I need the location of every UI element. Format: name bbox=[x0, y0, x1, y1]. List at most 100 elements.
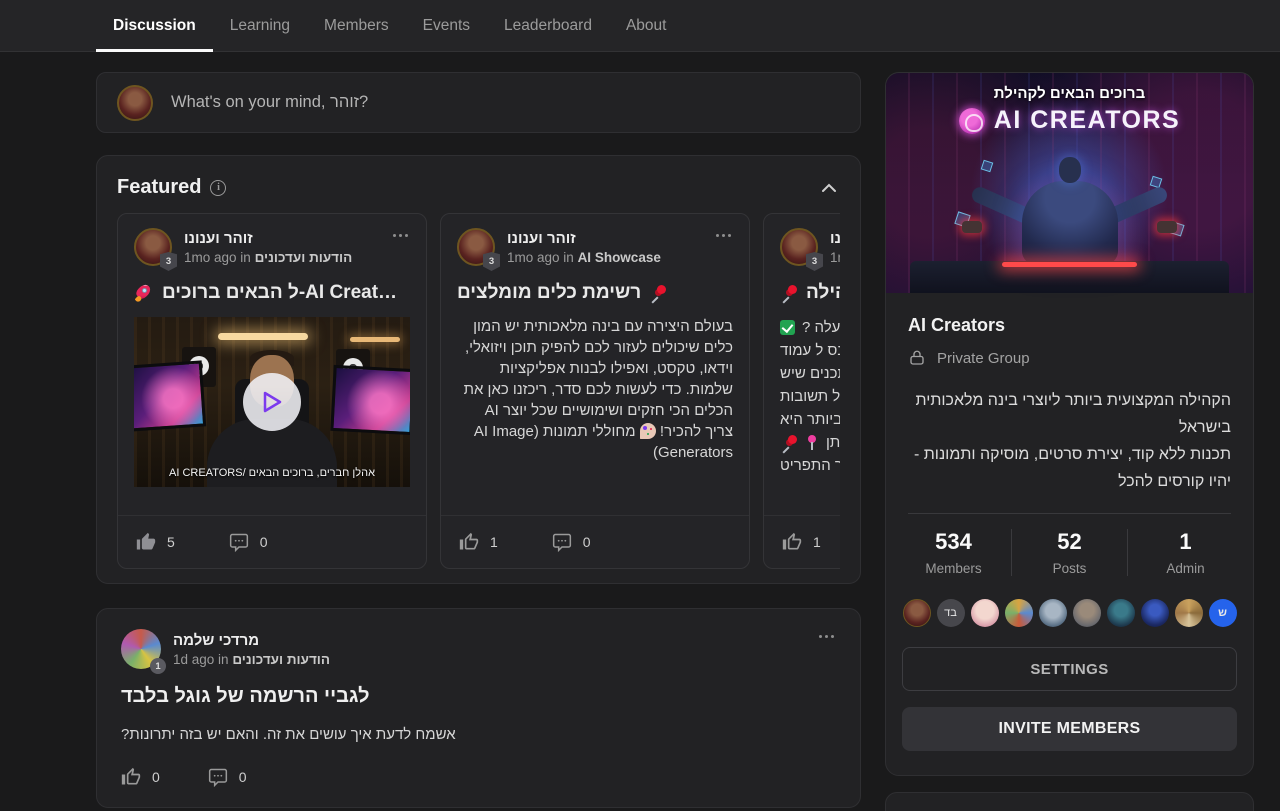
like-count: 1 bbox=[490, 534, 498, 550]
comment-button[interactable]: 0 bbox=[208, 767, 247, 787]
stat-members[interactable]: 534 Members bbox=[896, 529, 1011, 576]
post-composer[interactable]: What's on your mind, זוהר? bbox=[96, 72, 861, 133]
level-badge: 3 bbox=[160, 252, 177, 271]
group-privacy: Private Group bbox=[937, 350, 1030, 367]
post-title[interactable]: ברוכים‎ הבאים‎ ל-AI Creat… bbox=[134, 282, 410, 304]
settings-button[interactable]: SETTINGS bbox=[902, 647, 1237, 691]
post-title-text: ברוכים‎ הבאים‎ ל-AI Creat… bbox=[162, 282, 397, 304]
post-title[interactable]: קהילה bbox=[780, 282, 840, 304]
author-avatar[interactable]: 3 bbox=[780, 228, 818, 266]
group-stats: 534 Members 52 Posts 1 Admin bbox=[886, 514, 1253, 589]
post-title-text: רשימת כלים מומלצים bbox=[457, 282, 641, 304]
check-emoji-icon bbox=[780, 320, 795, 335]
post-category[interactable]: הודעות ועדכונים bbox=[255, 250, 353, 265]
card-menu-button[interactable] bbox=[391, 228, 410, 243]
featured-title: Featured bbox=[117, 176, 201, 199]
author-name[interactable]: זוהר וענונו bbox=[184, 230, 352, 247]
like-button[interactable]: 0 bbox=[121, 767, 160, 787]
post-body: אשמח לדעת איך עושים את זה. והאם יש בזה י… bbox=[121, 726, 836, 743]
like-button[interactable]: 5 bbox=[136, 532, 175, 552]
video-thumbnail[interactable]: אהלן חברים, ברוכים הבאים /AI CREATORS bbox=[134, 317, 410, 487]
tab-events-label: Events bbox=[423, 17, 470, 35]
card-menu-button[interactable] bbox=[714, 228, 733, 243]
post-title[interactable]: לגביי הרשמה של גוגל בלבד bbox=[121, 685, 836, 708]
member-avatar[interactable] bbox=[1073, 599, 1101, 627]
member-avatar[interactable] bbox=[903, 599, 931, 627]
author-avatar[interactable]: 3 bbox=[457, 228, 495, 266]
author-avatar[interactable]: 1 bbox=[121, 629, 161, 669]
featured-card-welcome[interactable]: 3 זוהר וענונו 1mo ago in הודעות ועדכונים… bbox=[117, 213, 427, 569]
featured-section: Featured i 3 bbox=[96, 155, 861, 584]
featured-card-tools[interactable]: 3 זוהר וענונו 1mo ago in AI Showcase רשי… bbox=[440, 213, 750, 569]
tab-leaderboard[interactable]: Leaderboard bbox=[487, 0, 609, 51]
tab-members[interactable]: Members bbox=[307, 0, 406, 51]
comment-button[interactable]: 0 bbox=[552, 532, 591, 552]
tab-members-label: Members bbox=[324, 17, 389, 35]
comment-icon bbox=[552, 532, 572, 552]
member-avatar[interactable] bbox=[1141, 599, 1169, 627]
sidebar: ברוכים הבאים לקהילת AI CREATORS AI Creat… bbox=[885, 72, 1254, 811]
play-button[interactable] bbox=[243, 373, 301, 431]
tab-leaderboard-label: Leaderboard bbox=[504, 17, 592, 35]
lock-icon bbox=[908, 349, 926, 367]
composer-prompt: What's on your mind, זוהר? bbox=[171, 93, 368, 112]
tab-events[interactable]: Events bbox=[406, 0, 487, 51]
tab-discussion[interactable]: Discussion bbox=[96, 0, 213, 51]
member-avatar[interactable] bbox=[1107, 599, 1135, 627]
comment-count: 0 bbox=[583, 534, 591, 550]
like-count: 5 bbox=[167, 534, 175, 550]
member-avatar[interactable] bbox=[1175, 599, 1203, 627]
invite-members-button[interactable]: INVITE MEMBERS bbox=[902, 707, 1237, 751]
pushpin-emoji-icon bbox=[649, 284, 667, 302]
rocket-emoji-icon bbox=[134, 283, 154, 303]
level-badge: 1 bbox=[150, 658, 166, 674]
screen-left bbox=[134, 360, 206, 431]
group-name: AI Creators bbox=[908, 315, 1231, 336]
post-meta: 1mo ago in הודעות ועדכונים bbox=[184, 250, 352, 265]
post-menu-button[interactable] bbox=[817, 629, 836, 644]
like-button[interactable]: 1 bbox=[782, 532, 821, 552]
info-icon[interactable]: i bbox=[210, 180, 226, 196]
round-pin-emoji-icon bbox=[805, 435, 819, 451]
member-avatar[interactable] bbox=[1005, 599, 1033, 627]
tab-about[interactable]: About bbox=[609, 0, 684, 51]
member-avatars-row: בד ש bbox=[886, 589, 1253, 629]
banner-welcome-text: ברוכים הבאים לקהילת bbox=[886, 85, 1253, 102]
tab-learning[interactable]: Learning bbox=[213, 0, 307, 51]
member-avatar-initials[interactable]: ש bbox=[1209, 599, 1237, 627]
post-time: 1mo ago in bbox=[184, 250, 251, 265]
group-card: ברוכים הבאים לקהילת AI CREATORS AI Creat… bbox=[885, 72, 1254, 776]
stat-posts[interactable]: 52 Posts bbox=[1011, 529, 1127, 576]
feed-post[interactable]: 1 מרדכי שלמה 1d ago in הודעות ועדכונים ל… bbox=[96, 608, 861, 808]
featured-card-community[interactable]: 3 זוהר וענונו 1mo ago in הודעות ועדכונים… bbox=[763, 213, 840, 569]
author-name[interactable]: מרדכי שלמה bbox=[173, 632, 330, 649]
post-title[interactable]: רשימת כלים מומלצים bbox=[457, 282, 733, 304]
author-avatar[interactable]: 3 bbox=[134, 228, 172, 266]
member-avatar[interactable] bbox=[971, 599, 999, 627]
thumbs-up-icon bbox=[782, 532, 802, 552]
collapse-featured-button[interactable] bbox=[818, 179, 840, 196]
tab-discussion-label: Discussion bbox=[113, 17, 196, 35]
member-avatar[interactable] bbox=[1039, 599, 1067, 627]
comment-icon bbox=[229, 532, 249, 552]
tab-learning-label: Learning bbox=[230, 17, 290, 35]
group-description: הקהילה המקצועית ביותר ליוצרי בינה מלאכות… bbox=[908, 387, 1231, 495]
leaderboard-card: Leaderboard (30-days) bbox=[885, 792, 1254, 811]
post-category[interactable]: AI Showcase bbox=[578, 250, 661, 265]
like-button[interactable]: 1 bbox=[459, 532, 498, 552]
post-category[interactable]: הודעות ועדכונים bbox=[232, 652, 330, 667]
author-name[interactable]: זוהר וענונו bbox=[830, 230, 840, 247]
current-user-avatar[interactable] bbox=[117, 85, 153, 121]
palette-emoji-icon bbox=[640, 423, 656, 439]
post-meta: 1mo ago in הודעות ועדכונים bbox=[830, 250, 840, 265]
post-time: 1mo ago in bbox=[830, 250, 840, 265]
comment-button[interactable]: 0 bbox=[229, 532, 268, 552]
screen-right bbox=[330, 365, 410, 435]
post-excerpt: בעולם היצירה עם בינה מלאכותית יש המון כל… bbox=[457, 316, 733, 463]
video-caption: אהלן חברים, ברוכים הבאים /AI CREATORS bbox=[134, 467, 410, 479]
author-name[interactable]: זוהר וענונו bbox=[507, 230, 661, 247]
member-avatar-initials[interactable]: בד bbox=[937, 599, 965, 627]
like-count: 0 bbox=[152, 769, 160, 785]
stat-admin[interactable]: 1 Admin bbox=[1127, 529, 1243, 576]
comment-icon bbox=[208, 767, 228, 787]
